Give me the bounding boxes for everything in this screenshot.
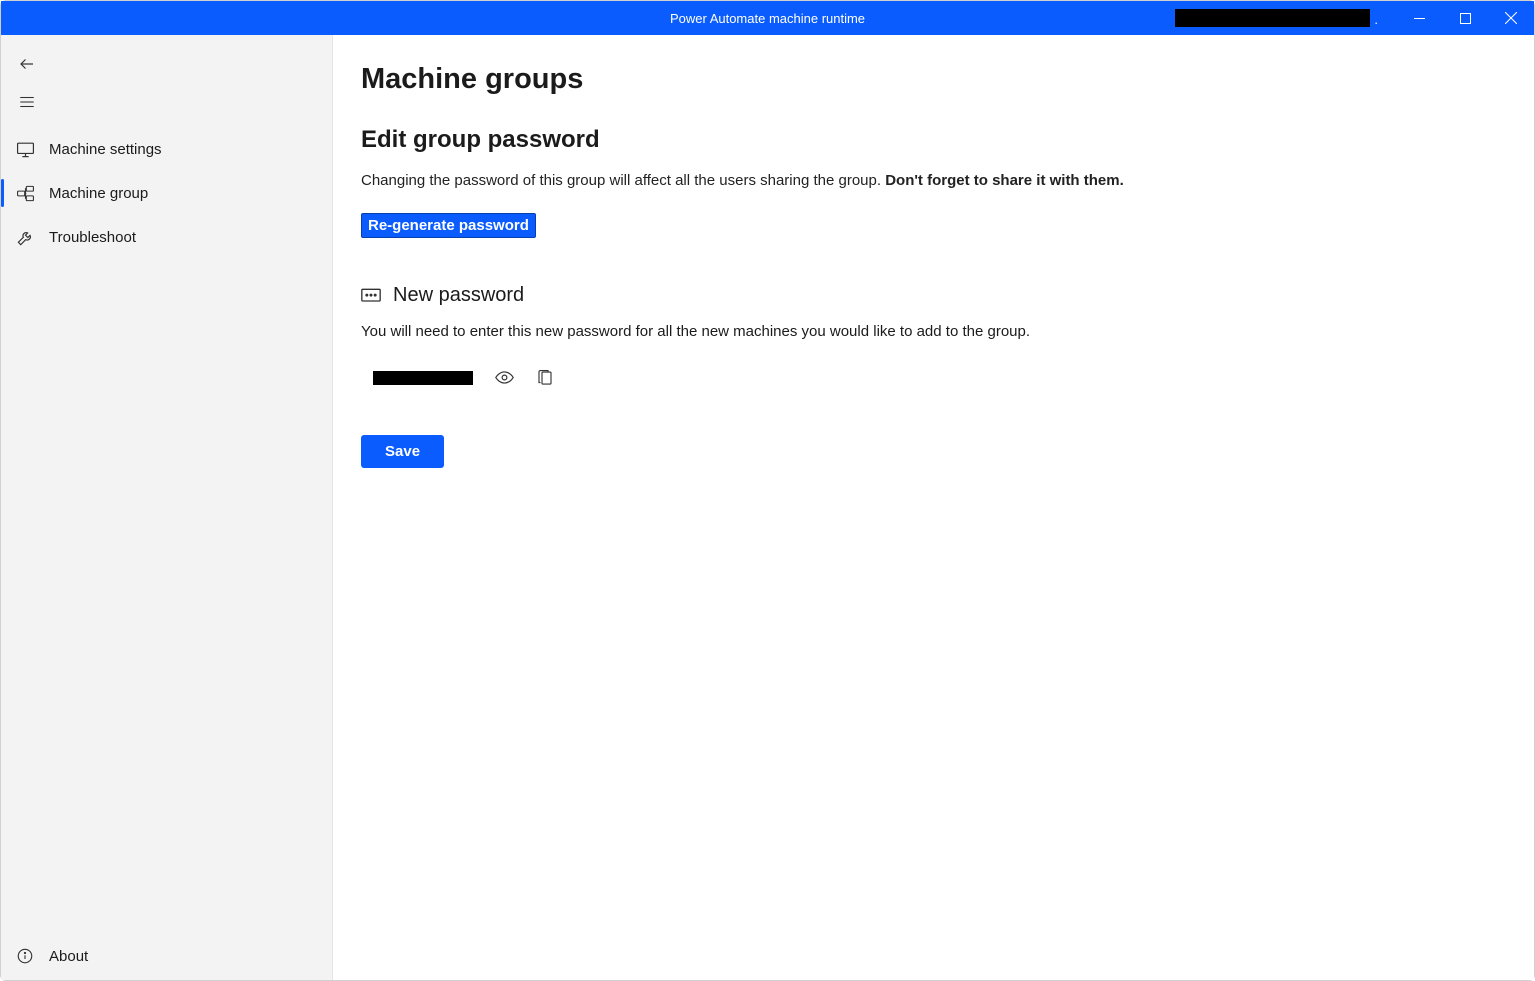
info-icon [15, 946, 35, 966]
section-description: Changing the password of this group will… [361, 172, 1534, 189]
new-password-description: You will need to enter this new password… [361, 323, 1534, 340]
regenerate-password-button[interactable]: Re-generate password [361, 213, 536, 238]
sidebar: Machine settings Machine group Troublesh… [1, 35, 333, 980]
nav-list: Machine settings Machine group Troublesh… [1, 127, 332, 259]
sidebar-item-label: Machine settings [49, 141, 162, 158]
minimize-button[interactable] [1396, 1, 1442, 35]
password-field-icon [361, 286, 381, 306]
machine-group-icon [15, 183, 35, 203]
new-password-title: New password [393, 284, 524, 307]
titlebar: Power Automate machine runtime [1, 1, 1534, 35]
sidebar-item-label: Machine group [49, 185, 148, 202]
sidebar-item-about[interactable]: About [1, 932, 332, 980]
hamburger-icon [17, 92, 37, 112]
reveal-password-button[interactable] [495, 368, 514, 387]
app-title: Power Automate machine runtime [670, 11, 865, 26]
hamburger-button[interactable] [1, 83, 332, 121]
copy-password-button[interactable] [536, 369, 554, 387]
user-account-label[interactable] [1175, 9, 1370, 27]
wrench-icon [15, 227, 35, 247]
arrow-left-icon [17, 54, 37, 74]
monitor-icon [15, 139, 35, 159]
maximize-button[interactable] [1442, 1, 1488, 35]
sidebar-item-troubleshoot[interactable]: Troubleshoot [1, 215, 332, 259]
save-button[interactable]: Save [361, 435, 444, 468]
copy-icon [536, 369, 554, 387]
sidebar-item-machine-settings[interactable]: Machine settings [1, 127, 332, 171]
page-title: Machine groups [361, 63, 1534, 96]
password-row [373, 368, 1534, 387]
back-button[interactable] [1, 45, 332, 83]
section-title: Edit group password [361, 126, 1534, 154]
sidebar-item-label: Troubleshoot [49, 229, 136, 246]
password-value [373, 371, 473, 385]
eye-icon [495, 368, 514, 387]
sidebar-item-label: About [49, 948, 88, 965]
new-password-header: New password [361, 284, 1534, 307]
close-button[interactable] [1488, 1, 1534, 35]
sidebar-item-machine-group[interactable]: Machine group [1, 171, 332, 215]
main-content: Machine groups Edit group password Chang… [333, 35, 1534, 980]
